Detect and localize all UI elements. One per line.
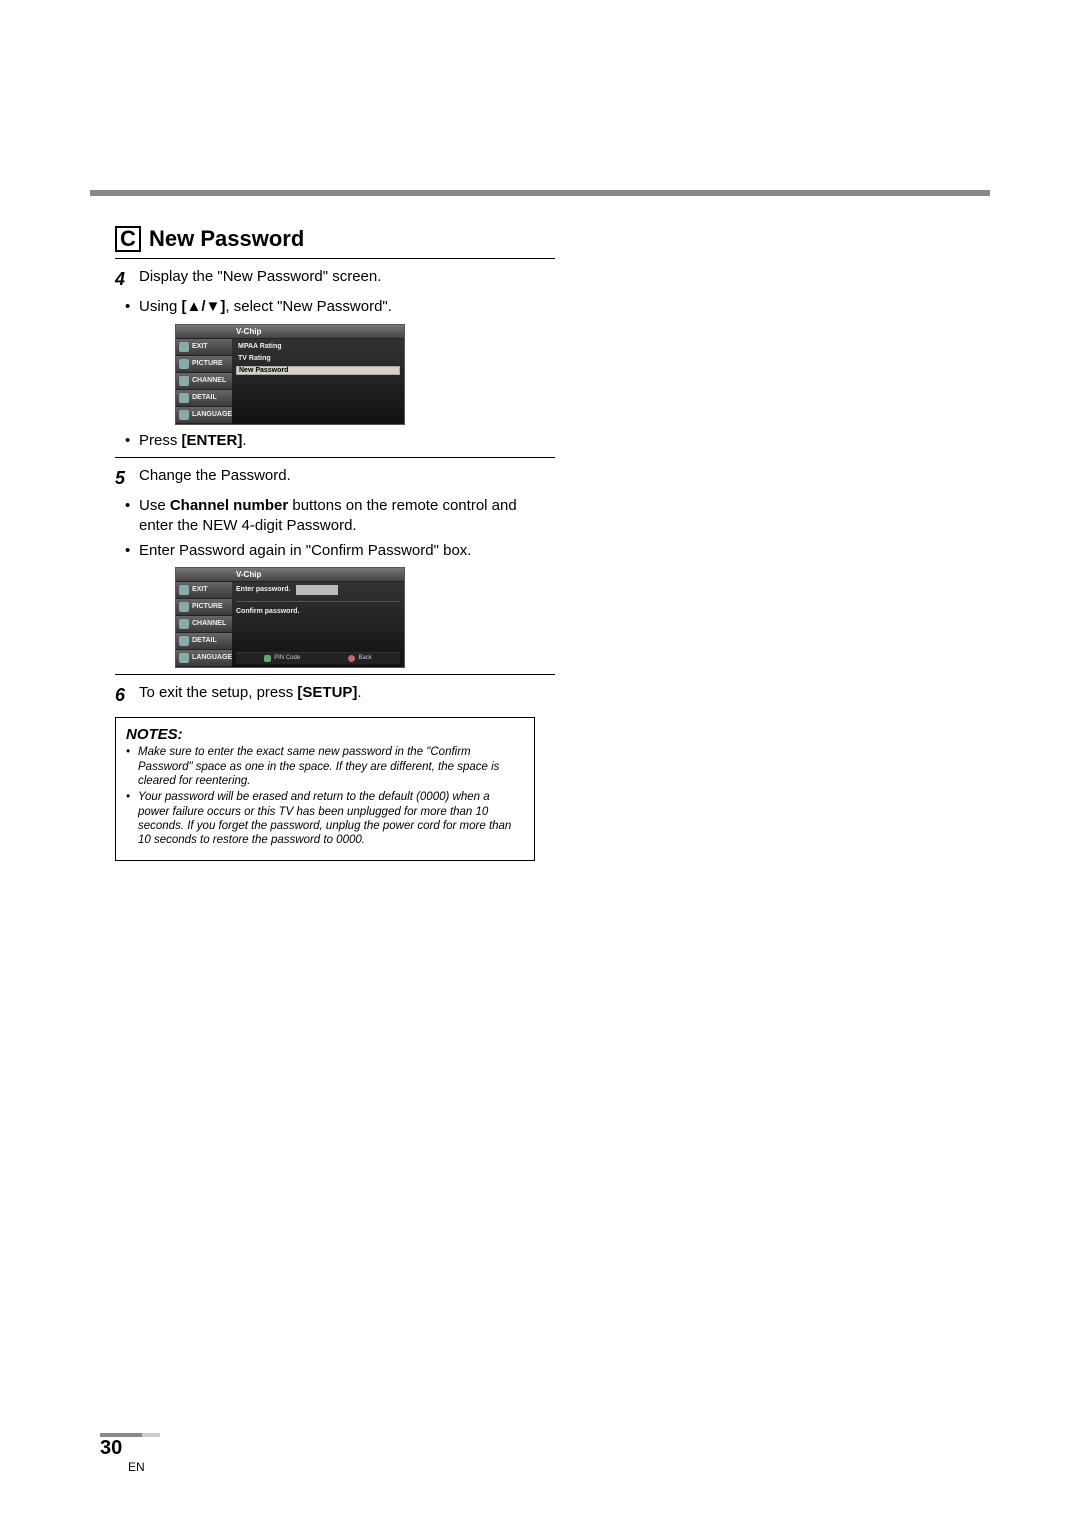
tv-enter-password-row: Enter password. — [236, 585, 400, 595]
channel-icon — [179, 619, 189, 629]
tv-menu-title: V-Chip — [176, 568, 404, 582]
bullet-marker: • — [126, 790, 134, 848]
top-rule — [90, 190, 990, 196]
keypad-icon — [264, 655, 271, 662]
picture-icon — [179, 602, 189, 612]
notes-title: NOTES: — [126, 726, 524, 743]
tv-footer: PIN Code Back — [236, 652, 400, 664]
step-body: To exit the setup, press [SETUP]. — [139, 683, 555, 707]
manual-page: C New Password 4 Display the "New Passwo… — [0, 0, 1080, 1528]
tv-tab-language[interactable]: LANGUAGE — [176, 650, 232, 667]
tv-confirm-password-row: Confirm password. — [236, 608, 400, 615]
note-text: Make sure to enter the exact same new pa… — [138, 745, 524, 788]
bullet-marker: • — [125, 541, 133, 561]
tv-item-tvrating[interactable]: TV Rating — [236, 354, 400, 363]
bullet-marker: • — [126, 745, 134, 788]
notes-box: NOTES: • Make sure to enter the exact sa… — [115, 717, 535, 861]
step-4: 4 Display the "New Password" screen. — [115, 267, 555, 291]
bullet-marker: • — [125, 496, 133, 537]
tv-sidebar: EXIT PICTURE CHANNEL DETAIL LANGUAGE — [176, 582, 232, 667]
bullet: • Enter Password again in "Confirm Passw… — [125, 541, 555, 561]
page-language: EN — [128, 1460, 160, 1474]
bullet-text: Enter Password again in "Confirm Passwor… — [139, 541, 471, 561]
tv-tab-channel[interactable]: CHANNEL — [176, 373, 232, 390]
tv-tab-picture[interactable]: PICTURE — [176, 356, 232, 373]
tv-item-mpaa[interactable]: MPAA Rating — [236, 342, 400, 351]
tv-footer-back[interactable]: Back — [348, 655, 371, 662]
note-item: • Make sure to enter the exact same new … — [126, 745, 524, 788]
note-text: Your password will be erased and return … — [138, 790, 524, 848]
step-body: Display the "New Password" screen. — [139, 267, 555, 291]
divider — [115, 674, 555, 675]
step-number: 6 — [115, 683, 131, 707]
step-5: 5 Change the Password. — [115, 466, 555, 490]
tv-enter-password-input[interactable] — [296, 585, 338, 595]
detail-icon — [179, 636, 189, 646]
tv-main-panel: Enter password. Confirm password. PIN Co… — [232, 582, 404, 667]
section-letter: C — [115, 226, 141, 252]
content-column: C New Password 4 Display the "New Passwo… — [115, 226, 555, 861]
tv-menu-title: V-Chip — [176, 325, 404, 339]
bullet-marker: • — [125, 297, 133, 317]
tv-enter-password-label: Enter password. — [236, 586, 290, 593]
tv-tab-detail[interactable]: DETAIL — [176, 633, 232, 650]
tv-sidebar: EXIT PICTURE CHANNEL DETAIL LANGUAGE — [176, 339, 232, 424]
tv-tab-detail[interactable]: DETAIL — [176, 390, 232, 407]
channel-icon — [179, 376, 189, 386]
bullet-text: Use Channel number buttons on the remote… — [139, 496, 555, 537]
back-icon — [348, 655, 355, 662]
page-number: 30 — [100, 1437, 122, 1460]
tv-main-panel: MPAA Rating TV Rating New Password — [232, 339, 404, 424]
bullet-text: Press [ENTER]. — [139, 431, 247, 451]
step-number: 5 — [115, 466, 131, 490]
divider — [115, 457, 555, 458]
step-body: Change the Password. — [139, 466, 555, 490]
tv-tab-exit[interactable]: EXIT — [176, 339, 232, 356]
tv-tab-language[interactable]: LANGUAGE — [176, 407, 232, 424]
tv-tab-picture[interactable]: PICTURE — [176, 599, 232, 616]
tv-menu-screenshot-1: V-Chip EXIT PICTURE CHANNEL DETAIL LANGU… — [175, 324, 405, 425]
tv-tab-exit[interactable]: EXIT — [176, 582, 232, 599]
picture-icon — [179, 359, 189, 369]
step-6: 6 To exit the setup, press [SETUP]. — [115, 683, 555, 707]
section-title: New Password — [149, 226, 304, 252]
bullet-text: Using [▲/▼], select "New Password". — [139, 297, 392, 317]
language-icon — [179, 653, 189, 663]
tv-menu-screenshot-2: V-Chip EXIT PICTURE CHANNEL DETAIL LANGU… — [175, 567, 405, 668]
tv-confirm-password-label: Confirm password. — [236, 608, 299, 615]
bullet: • Using [▲/▼], select "New Password". — [125, 297, 555, 317]
divider — [115, 258, 555, 259]
page-footer: 30 EN — [100, 1433, 160, 1474]
step-number: 4 — [115, 267, 131, 291]
tv-footer-pin: PIN Code — [264, 655, 300, 662]
note-item: • Your password will be erased and retur… — [126, 790, 524, 848]
bullet-marker: • — [125, 431, 133, 451]
exit-icon — [179, 585, 189, 595]
exit-icon — [179, 342, 189, 352]
step-text: Display the "New Password" screen. — [139, 268, 381, 285]
tv-item-newpassword-selected[interactable]: New Password — [236, 366, 400, 375]
detail-icon — [179, 393, 189, 403]
step-text: Change the Password. — [139, 467, 291, 484]
language-icon — [179, 410, 189, 420]
tv-divider — [236, 601, 400, 602]
tv-tab-channel[interactable]: CHANNEL — [176, 616, 232, 633]
section-heading: C New Password — [115, 226, 555, 252]
bullet: • Use Channel number buttons on the remo… — [125, 496, 555, 537]
bullet: • Press [ENTER]. — [125, 431, 555, 451]
